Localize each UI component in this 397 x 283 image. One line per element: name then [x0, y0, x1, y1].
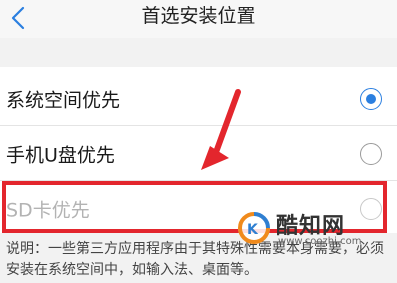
option-phone-u-disk[interactable]: 手机U盘优先 [0, 126, 397, 181]
option-label: 系统空间优先 [6, 89, 121, 111]
option-label: 手机U盘优先 [6, 144, 115, 166]
page-title: 首选安装位置 [141, 5, 256, 27]
option-system-space[interactable]: 系统空间优先 [0, 71, 397, 126]
option-label: SD卡优先 [6, 199, 90, 221]
radio-unchecked-icon[interactable] [360, 142, 382, 165]
option-sd-card: SD卡优先 [0, 181, 397, 236]
install-location-list: 系统空间优先 手机U盘优先 SD卡优先 [0, 67, 397, 233]
description-note: 说明：一些第三方应用程序由于其特殊性需要本身需要，必须安装在系统空间中，如输入法… [6, 241, 384, 278]
radio-disabled-icon [360, 197, 382, 220]
header-bar: 首选安装位置 [0, 0, 397, 38]
radio-checked-icon[interactable] [360, 87, 382, 110]
